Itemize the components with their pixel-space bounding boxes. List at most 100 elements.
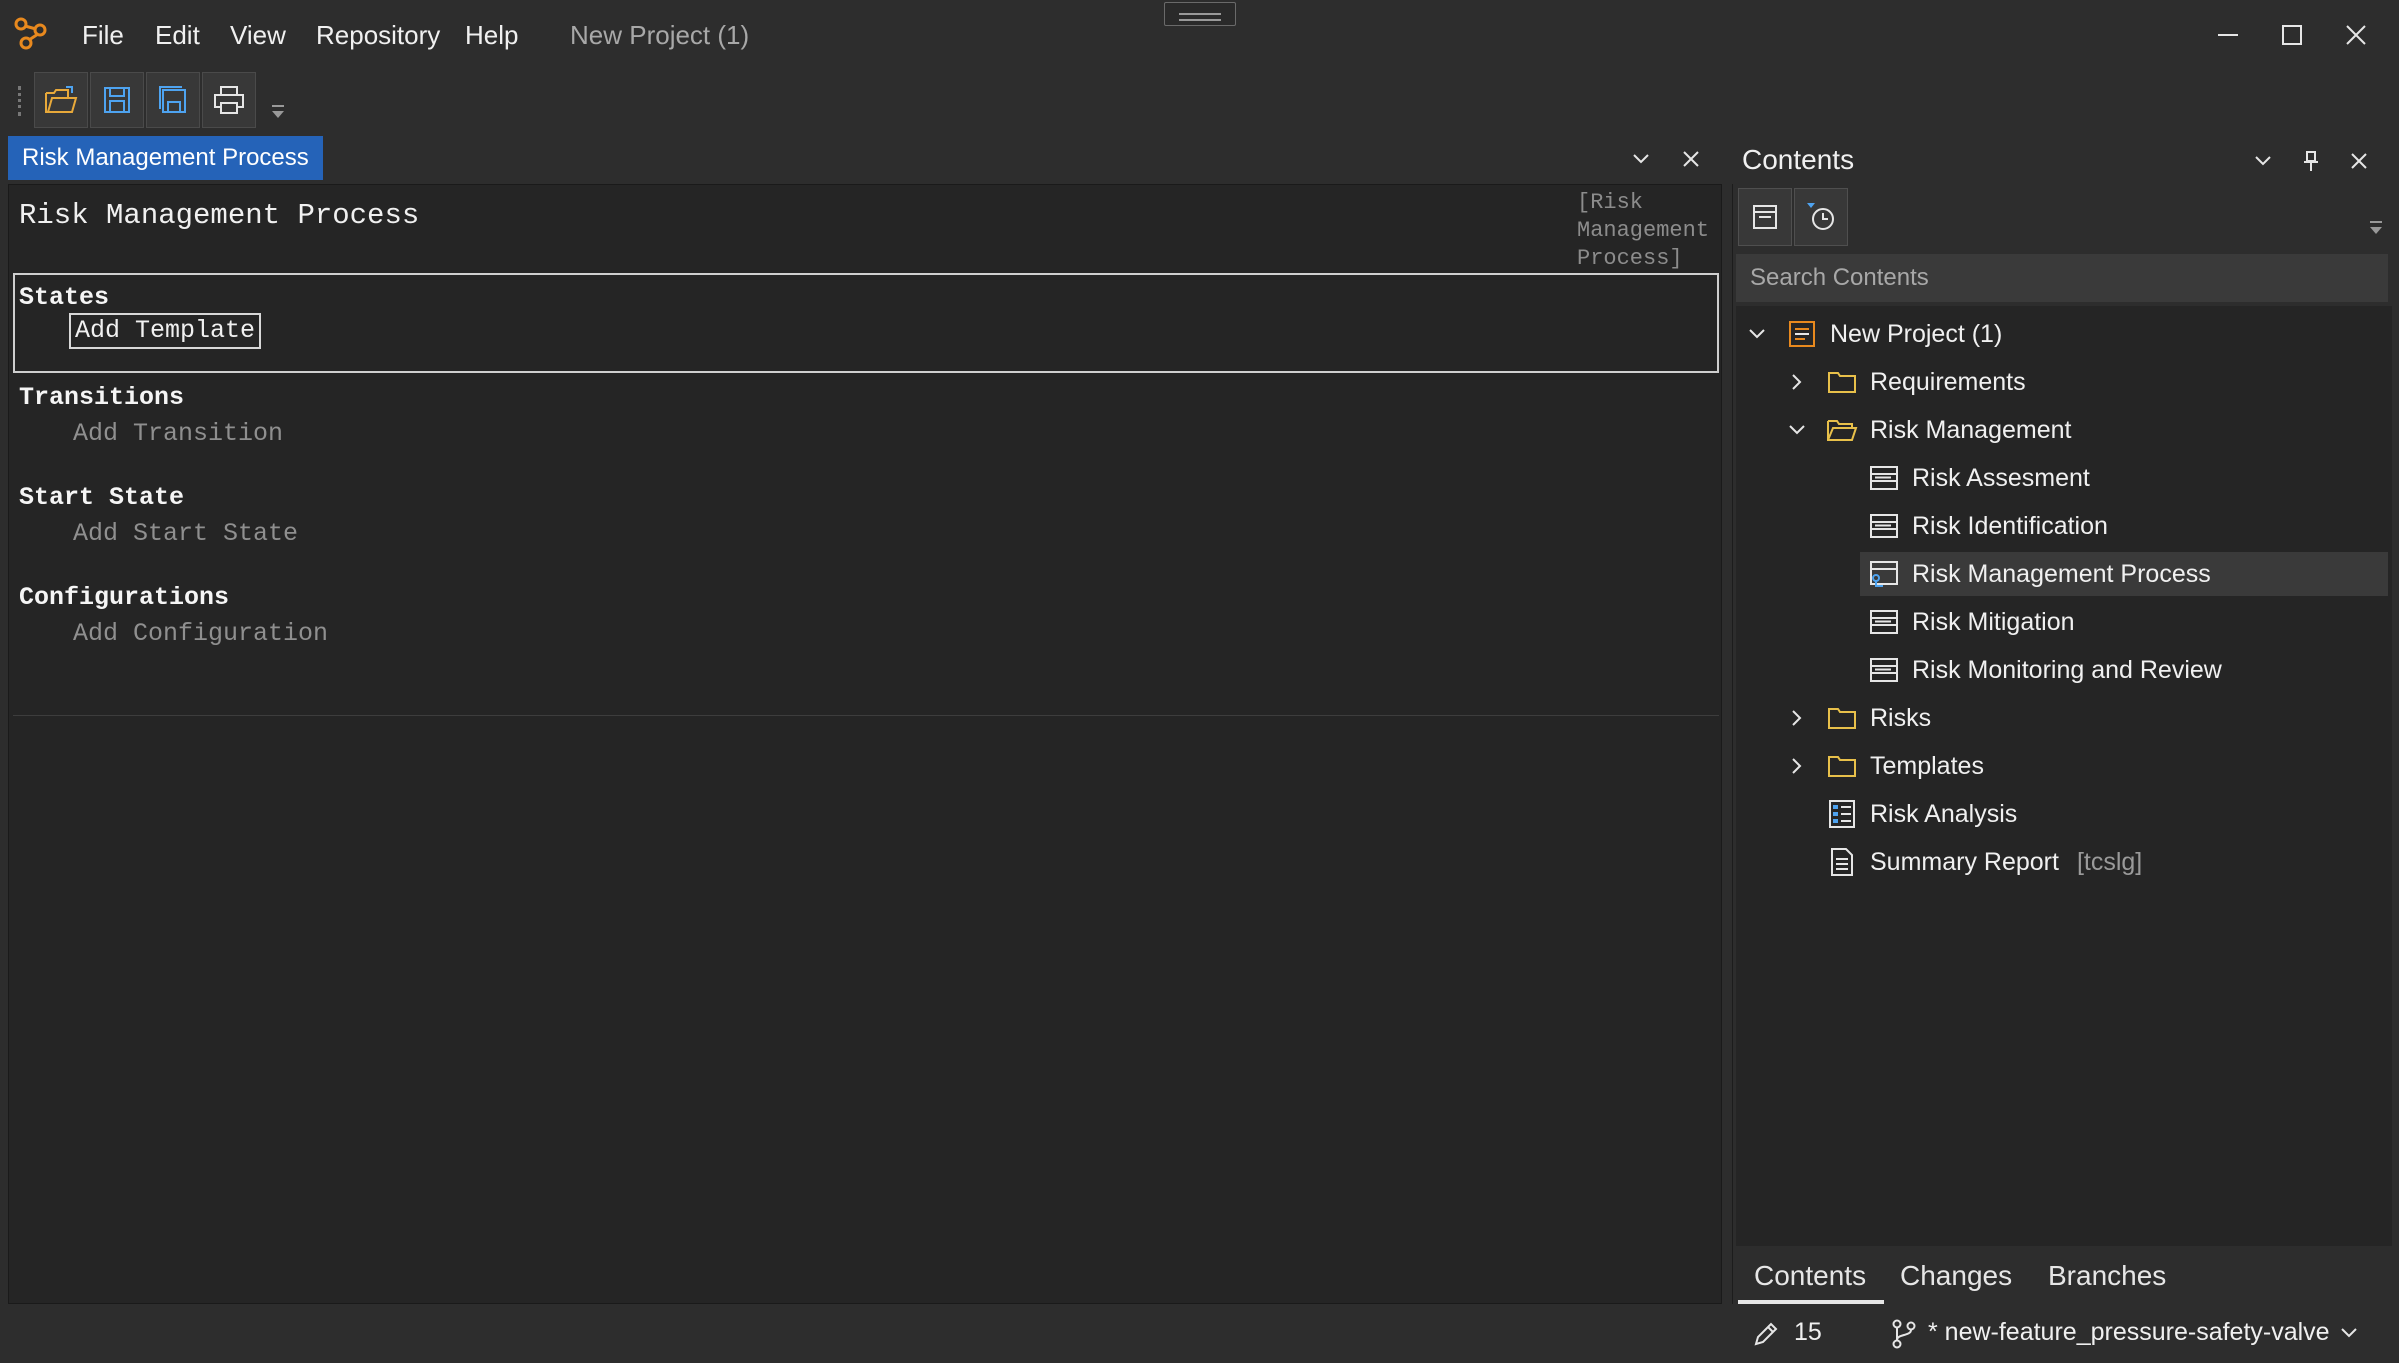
branch-icon [1890, 1318, 1918, 1355]
tree-node-risk-identification[interactable]: Risk Identification [1736, 504, 2392, 548]
tree-node-label: Summary Report [1870, 847, 2059, 876]
maximize-button[interactable] [2262, 10, 2322, 60]
app-logo-icon [14, 16, 48, 55]
status-bar: 15 * new-feature_pressure-safety-valve [0, 1306, 2399, 1363]
tree-node-risk-management-process[interactable]: Risk Management Process [1860, 552, 2388, 596]
history-filter-icon [1807, 203, 1834, 230]
states-section-focus-box [13, 273, 1719, 373]
chevron-down-icon [2255, 156, 2271, 166]
menu-help[interactable]: Help [465, 20, 518, 51]
drag-grip-handle[interactable] [1164, 2, 1236, 26]
toolbar-grip-icon[interactable] [18, 86, 22, 116]
tree-node-risk-management[interactable]: Risk Management [1736, 408, 2392, 452]
branch-selector[interactable]: * new-feature_pressure-safety-valve [1928, 1318, 2358, 1347]
tab-list-dropdown-button[interactable] [1626, 144, 1656, 174]
add-template-button[interactable]: Add Template [69, 313, 262, 349]
tree-node-label: Risk Management [1870, 415, 2072, 444]
save-all-button[interactable] [146, 72, 200, 128]
tree-node-summary-report[interactable]: Summary Report [tcslg] [1736, 840, 2392, 884]
contents-panel-header: Contents [1734, 134, 2394, 186]
contents-tree: New Project (1) Requirements Risk Manage… [1736, 306, 2392, 1246]
transitions-heading: Transitions [19, 383, 185, 412]
tab-risk-management-process[interactable]: Risk Management Process [8, 136, 323, 180]
save-all-icon [159, 86, 186, 113]
chevron-right-icon[interactable] [1784, 753, 1810, 779]
add-start-state-button[interactable]: Add Start State [73, 519, 298, 548]
tree-node-label: Risk Management Process [1912, 559, 2211, 588]
tree-node-risk-analysis[interactable]: Risk Analysis [1736, 792, 2392, 836]
editor-divider [13, 715, 1719, 716]
print-icon [214, 86, 244, 114]
chevron-down-icon [1633, 154, 1649, 164]
tab-branches[interactable]: Branches [2048, 1260, 2166, 1292]
tree-node-risk-monitoring-and-review[interactable]: Risk Monitoring and Review [1736, 648, 2392, 692]
tab-changes[interactable]: Changes [1900, 1260, 2012, 1292]
chevron-down-icon[interactable] [1784, 417, 1810, 443]
tree-node-requirements[interactable]: Requirements [1736, 360, 2392, 404]
pencil-icon [1752, 1320, 1780, 1353]
contents-bottom-tabs: Contents Changes Branches [1736, 1250, 2392, 1304]
collapse-all-button[interactable] [1738, 188, 1792, 246]
tree-node-label: Risk Assesment [1912, 463, 2090, 492]
toolbar-overflow-icon[interactable] [270, 104, 286, 125]
folder-icon [1826, 366, 1858, 398]
close-panel-button[interactable] [2344, 146, 2374, 176]
search-contents-input[interactable] [1736, 254, 2388, 302]
menu-edit[interactable]: Edit [155, 20, 200, 51]
tree-node-label: New Project (1) [1830, 319, 2003, 348]
contents-toolbar-overflow-icon[interactable] [2368, 220, 2384, 241]
tree-node-label: Risk Identification [1912, 511, 2108, 540]
template-icon [1868, 654, 1900, 686]
chevron-right-icon[interactable] [1784, 705, 1810, 731]
contents-panel-title: Contents [1742, 144, 1855, 175]
tab-contents[interactable]: Contents [1754, 1260, 1866, 1292]
project-icon [1786, 318, 1818, 350]
print-button[interactable] [202, 72, 256, 128]
menu-view[interactable]: View [230, 20, 286, 51]
open-button[interactable] [34, 72, 88, 128]
close-icon [2351, 153, 2367, 169]
folder-icon [1826, 702, 1858, 734]
menu-file[interactable]: File [82, 20, 124, 51]
tree-node-risks[interactable]: Risks [1736, 696, 2392, 740]
chevron-right-icon[interactable] [1784, 369, 1810, 395]
close-icon [2346, 25, 2366, 45]
recent-filter-button[interactable] [1794, 188, 1848, 246]
tree-node-templates[interactable]: Templates [1736, 744, 2392, 788]
close-tab-button[interactable] [1676, 144, 1706, 174]
tree-node-label: Risk Analysis [1870, 799, 2018, 828]
template-icon [1868, 510, 1900, 542]
active-tab-indicator [1738, 1300, 1884, 1304]
add-transition-button[interactable]: Add Transition [73, 419, 283, 448]
tree-node-root[interactable]: New Project (1) [1736, 312, 2392, 356]
template-icon [1868, 462, 1900, 494]
editor-tab-bar: Risk Management Process [6, 134, 1726, 182]
start-state-heading: Start State [19, 483, 185, 512]
open-folder-icon [45, 86, 78, 113]
contents-toolbar [1738, 186, 2394, 250]
save-button[interactable] [90, 72, 144, 128]
add-configuration-button[interactable]: Add Configuration [73, 619, 328, 648]
tree-node-risk-mitigation[interactable]: Risk Mitigation [1736, 600, 2392, 644]
process-editor[interactable]: Risk Management Process [Risk Management… [8, 184, 1722, 1304]
chevron-down-icon [2340, 1327, 2357, 1337]
save-icon [104, 87, 130, 113]
document-icon [1826, 846, 1858, 878]
tree-node-label: Risk Monitoring and Review [1912, 655, 2222, 684]
minimize-button[interactable] [2198, 10, 2258, 60]
branch-name: * new-feature_pressure-safety-valve [1928, 1318, 2330, 1346]
pin-panel-button[interactable] [2296, 146, 2326, 176]
analysis-table-icon [1826, 798, 1858, 830]
panel-menu-button[interactable] [2248, 146, 2278, 176]
tree-node-risk-assesment[interactable]: Risk Assesment [1736, 456, 2392, 500]
panel-splitter[interactable] [1732, 184, 1733, 1304]
tree-node-label: Requirements [1870, 367, 2026, 396]
tree-node-label: Risk Mitigation [1912, 607, 2075, 636]
configurations-heading: Configurations [19, 583, 230, 612]
chevron-down-icon[interactable] [1744, 321, 1770, 347]
window-project-title: New Project (1) [570, 20, 750, 50]
close-icon [1683, 151, 1699, 167]
tree-node-label: Templates [1870, 751, 1984, 780]
close-window-button[interactable] [2326, 10, 2386, 60]
menu-repository[interactable]: Repository [316, 20, 440, 51]
